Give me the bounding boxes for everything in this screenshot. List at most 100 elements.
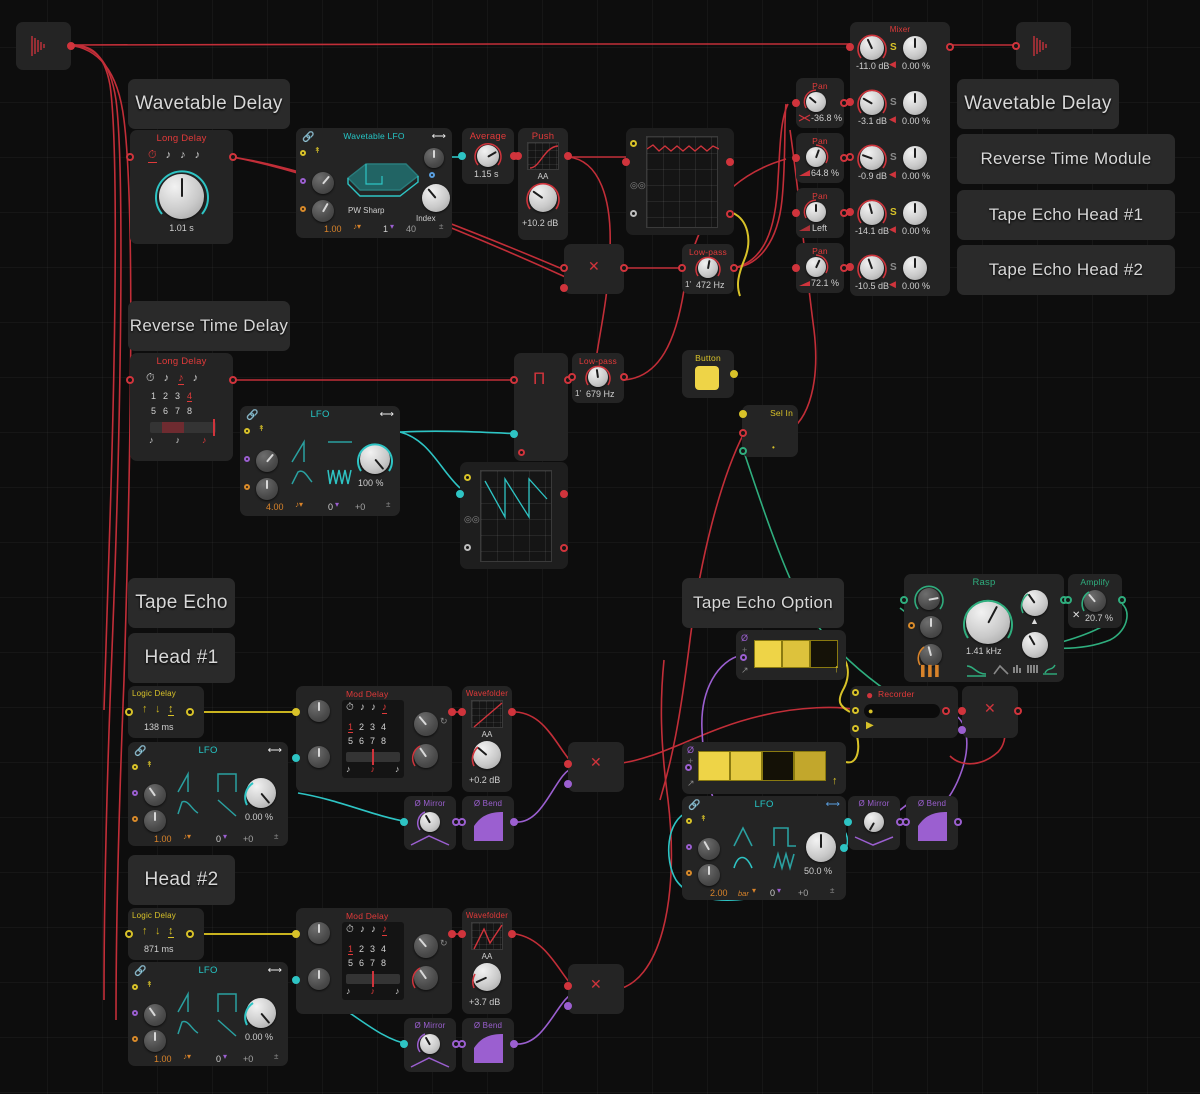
sync-port[interactable]: [686, 818, 692, 824]
note-division-selector[interactable]: ⏱ ♪ ♪ ♪: [148, 149, 200, 163]
section-label-head-2[interactable]: Head #2: [128, 855, 235, 905]
mixer-input-port-1[interactable]: [846, 43, 854, 51]
output-port[interactable]: [840, 844, 848, 852]
num-5[interactable]: 5: [348, 958, 353, 968]
offset-value[interactable]: +0: [243, 1054, 253, 1064]
solo-button-2[interactable]: S: [890, 97, 897, 108]
repeat-icon[interactable]: ↻: [440, 938, 448, 949]
pan-knob-1[interactable]: [903, 36, 927, 60]
swing-icon-3[interactable]: ♪: [202, 435, 207, 445]
mixer-input-port-4[interactable]: [846, 208, 854, 216]
mixer-input-port-2[interactable]: [846, 98, 854, 106]
step-4[interactable]: [794, 751, 826, 781]
input-port[interactable]: [400, 818, 408, 826]
mixer-output-port[interactable]: [946, 43, 954, 51]
phase-icon[interactable]: Ø: [741, 633, 748, 643]
num-2[interactable]: 2: [163, 391, 168, 402]
phase-value[interactable]: 0: [770, 888, 775, 898]
note-unit-icon[interactable]: ♪▾: [353, 222, 361, 231]
input-source-module[interactable]: [16, 22, 75, 70]
output-port[interactable]: [726, 158, 734, 166]
input-port-a[interactable]: [564, 760, 572, 768]
sequencer-top-module[interactable]: Ø + ↗ ↑: [736, 630, 846, 680]
input-port[interactable]: [458, 1040, 466, 1048]
delay-mod-knob-1[interactable]: [308, 922, 330, 944]
amplify-module[interactable]: Amplify ✕ 20.7 %: [1064, 574, 1126, 628]
plus-minus-icon[interactable]: ±: [274, 832, 278, 841]
speaker-mute-icon-2[interactable]: ◀: [889, 114, 896, 125]
input-port-b[interactable]: [564, 780, 572, 788]
rate-value[interactable]: 1.00: [154, 1054, 172, 1064]
arrow-up-icon[interactable]: ↑: [832, 775, 838, 787]
link-icon[interactable]: 🔗: [134, 966, 146, 977]
mod-port-1[interactable]: [686, 844, 692, 850]
note-unit-icon[interactable]: ♪▾: [295, 500, 303, 509]
mod-in-port[interactable]: [292, 976, 300, 984]
subdivision-row-1[interactable]: 1 2 3 4: [348, 722, 386, 733]
sync-port[interactable]: [630, 140, 637, 147]
swing-icon-1[interactable]: ♪: [149, 435, 154, 445]
rate-value[interactable]: 1.00: [324, 224, 342, 234]
eighth-note-icon[interactable]: ♪: [166, 149, 172, 163]
output-sink-module[interactable]: [1012, 22, 1071, 70]
swing-icon-3[interactable]: ♪: [395, 764, 400, 774]
lfo-reverse-module[interactable]: LFO 🔗 ⟷ ↟ 100 % 4.00 ♪▾ 0 ▾ +0 ±: [240, 406, 400, 516]
range-slider-track[interactable]: [346, 749, 400, 765]
input-port[interactable]: [902, 818, 910, 826]
pan-knob-3[interactable]: [903, 146, 927, 170]
arrow-up-icon[interactable]: ↑: [834, 663, 840, 675]
input-port[interactable]: [514, 152, 522, 160]
input-port-b[interactable]: [564, 1002, 572, 1010]
pan-knob-4[interactable]: [903, 201, 927, 225]
section-label-tape-echo-option[interactable]: Tape Echo Option: [682, 578, 844, 628]
mod-port-2[interactable]: [244, 484, 250, 490]
swing-icon-1[interactable]: ♪: [346, 986, 351, 996]
input-port[interactable]: [126, 153, 134, 161]
delay-mod-knob-2[interactable]: [308, 968, 330, 990]
input-port[interactable]: [900, 596, 908, 604]
scope-top-module[interactable]: ◎◎: [622, 128, 734, 235]
aux-port[interactable]: [518, 449, 525, 456]
input-port-1[interactable]: [739, 429, 747, 437]
sync-port[interactable]: [132, 764, 138, 770]
output-port-2[interactable]: [726, 210, 734, 218]
mod-amount-knob-1[interactable]: [256, 450, 278, 472]
input-port[interactable]: [622, 158, 630, 166]
eighth-note-icon[interactable]: ♪: [360, 924, 365, 936]
step-2[interactable]: [782, 640, 810, 668]
arrow-down-icon[interactable]: ↓: [155, 703, 161, 715]
input-port-a[interactable]: [560, 264, 568, 272]
input-port[interactable]: [458, 930, 466, 938]
mod-knob[interactable]: [920, 616, 942, 638]
output-port[interactable]: [448, 930, 456, 938]
output-port[interactable]: [1118, 596, 1126, 604]
bend-1-module[interactable]: Ø Bend: [458, 796, 518, 850]
bend-3-module[interactable]: Ø Bend: [902, 796, 962, 850]
step-1[interactable]: [754, 640, 782, 668]
play-icon[interactable]: ▶: [866, 720, 874, 731]
mod-amount-knob-2[interactable]: [698, 864, 720, 886]
section-label-reverse-time-delay[interactable]: Reverse Time Delay: [128, 301, 290, 351]
output-port[interactable]: [510, 818, 518, 826]
input-port[interactable]: [400, 1040, 408, 1048]
input-port[interactable]: [792, 209, 800, 217]
output-port-2[interactable]: [560, 544, 568, 552]
input-port[interactable]: [125, 930, 133, 938]
expand-icon[interactable]: ↗: [687, 778, 695, 789]
lfo-head1-module[interactable]: LFO 🔗 ⟷ ↟ 0.00 % 1.00 ♪▾ 0 ▾ +0 ±: [128, 742, 288, 846]
arrow-updown-icon[interactable]: ↕: [168, 703, 174, 716]
output-port[interactable]: [942, 707, 950, 715]
quarter-note-icon[interactable]: ♪: [381, 924, 387, 936]
lfo-head2-module[interactable]: LFO 🔗 ⟷ ↟ 0.00 % 1.00 ♪▾ 0 ▾ +0 ±: [128, 962, 288, 1066]
mod-amount-knob-2[interactable]: [312, 200, 334, 222]
clock-icon[interactable]: ⏱: [146, 372, 155, 385]
num-3[interactable]: 3: [370, 722, 375, 733]
arrow-up-icon[interactable]: ↑: [142, 925, 148, 937]
note-division-selector[interactable]: ⏱ ♪ ♪ ♪: [146, 372, 198, 385]
quarter-note-icon[interactable]: ♪: [381, 702, 387, 714]
tone-knob[interactable]: [1022, 632, 1048, 658]
pan-knob-5[interactable]: [903, 256, 927, 280]
output-port[interactable]: [186, 930, 194, 938]
input-port[interactable]: [458, 708, 466, 716]
pan-4-module[interactable]: Pan 72.1 %: [792, 243, 848, 293]
